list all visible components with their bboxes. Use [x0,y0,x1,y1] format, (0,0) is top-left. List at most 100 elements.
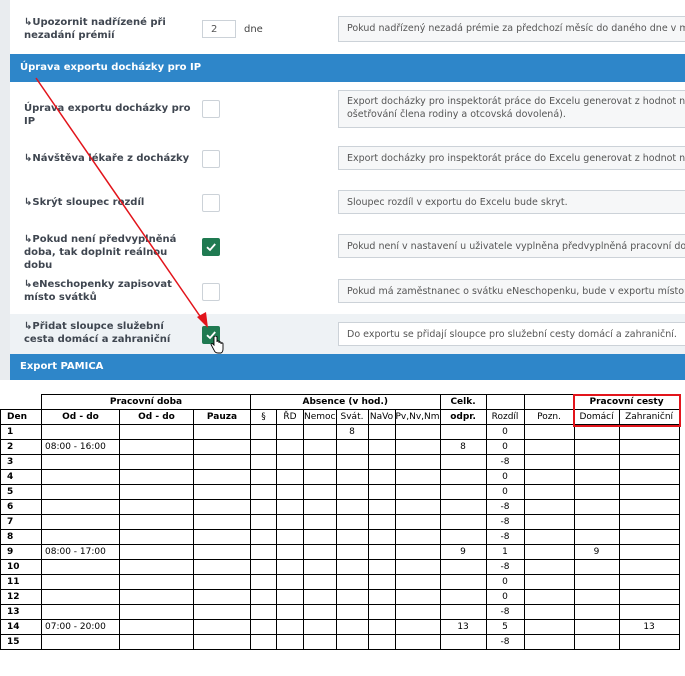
navo-cell [367,469,396,485]
difference-cell: 0 [485,424,525,440]
esick-holidays-checkbox[interactable] [202,283,220,301]
foreign-cell [618,514,680,530]
foreign-cell [618,484,680,500]
rd-cell [276,499,304,515]
holiday-cell [335,559,369,575]
notify-days-input[interactable]: 2 [202,20,236,38]
difference-cell: -8 [485,454,525,470]
paragraph-cell [250,544,277,560]
total-cell [439,559,487,575]
holiday-cell [335,454,369,470]
pvnvnm-cell [394,574,441,590]
header-row-2: Den Od - do Od - do Pauza § ŘD Nemoc Svá… [0,409,680,425]
attendance-export-sheet: Pracovní doba Absence (v hod.) Celk. Pra… [0,380,685,676]
setting-description: Sloupec rozdíl v exportu do Excelu bude … [338,190,685,214]
header-difference: Rozdíl [485,409,525,425]
rd-cell [276,529,304,545]
sickness-cell [303,454,337,470]
note-cell [523,529,575,545]
foreign-cell [618,544,680,560]
header-domestic: Domácí [573,409,620,425]
pause-cell [193,544,251,560]
pvnvnm-cell [394,559,441,575]
domestic-cell [573,619,620,635]
pvnvnm-cell [394,619,441,635]
from-to-2-cell [119,544,194,560]
note-cell [523,454,575,470]
note-cell [523,559,575,575]
from-to-cell [41,454,120,470]
table-row: 7 -8 [0,514,680,530]
pause-cell [193,529,251,545]
from-to-cell [41,604,120,620]
note-cell [523,589,575,605]
difference-cell: -8 [485,529,525,545]
navo-cell [367,484,396,500]
paragraph-cell [250,559,277,575]
ip-export-checkbox[interactable] [202,100,220,118]
header-navo: NaVo [367,409,396,425]
navo-cell [367,589,396,605]
paragraph-cell [250,604,277,620]
left-strip [0,0,10,380]
sickness-cell [303,424,337,440]
sickness-cell [303,634,337,650]
navo-cell [367,529,396,545]
rd-cell [276,484,304,500]
pvnvnm-cell [394,544,441,560]
total-cell [439,514,487,530]
day-cell: 6 [0,499,42,515]
sickness-cell [303,604,337,620]
setting-row-doctor-visit: ↳Návštěva lékaře z docházky Export dochá… [10,136,685,181]
from-to-2-cell [119,484,194,500]
total-cell [439,484,487,500]
foreign-cell [618,439,680,455]
total-cell: 8 [439,439,487,455]
difference-cell: -8 [485,604,525,620]
foreign-cell [618,454,680,470]
sickness-cell [303,514,337,530]
total-cell [439,604,487,620]
holiday-cell [335,484,369,500]
sickness-cell [303,544,337,560]
day-cell: 1 [0,424,42,440]
domestic-cell [573,469,620,485]
rd-cell [276,574,304,590]
rd-cell [276,454,304,470]
table-row: 15 -8 [0,634,680,650]
header-note: Pozn. [523,409,575,425]
table-row: 14 07:00 - 20:00 13 5 13 [0,619,680,635]
from-to-cell: 07:00 - 20:00 [41,619,120,635]
header-paragraph: § [250,409,277,425]
note-cell [523,439,575,455]
setting-label: ↳Pokud není předvyplněná doba, tak dopln… [24,234,177,271]
note-cell [523,469,575,485]
day-cell: 14 [0,619,42,635]
pvnvnm-cell [394,604,441,620]
header-business-trips: Pracovní cesty [573,394,680,410]
header-row-1: Pracovní doba Absence (v hod.) Celk. Pra… [0,394,680,410]
setting-row-ip-export: Úprava exportu docházky pro IP Export do… [10,82,685,137]
table-row: 3 -8 [0,454,680,470]
rd-cell [276,514,304,530]
hide-difference-checkbox[interactable] [202,194,220,212]
description-line: Export docházky pro inspektorát práce do… [347,96,685,107]
domestic-cell [573,499,620,515]
table-row: 8 -8 [0,529,680,545]
from-to-cell [41,514,120,530]
foreign-cell [618,589,680,605]
from-to-2-cell [119,574,194,590]
domestic-cell [573,589,620,605]
from-to-2-cell [119,514,194,530]
fill-real-time-checkbox[interactable] [202,238,220,256]
header-holiday: Svát. [335,409,369,425]
sickness-cell [303,574,337,590]
from-to-cell [41,559,120,575]
day-cell: 2 [0,439,42,455]
from-to-2-cell [119,589,194,605]
day-cell: 12 [0,589,42,605]
doctor-visit-checkbox[interactable] [202,150,220,168]
header-sickness: Nemoc [303,409,337,425]
from-to-cell [41,424,120,440]
holiday-cell [335,574,369,590]
